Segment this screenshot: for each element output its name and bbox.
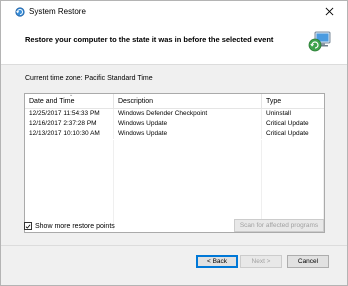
window-title: System Restore [29,7,86,16]
system-restore-window: System Restore Restore your computer to … [0,0,348,286]
column-header-date[interactable]: ⌄ Date and Time [25,94,114,109]
row-description: Windows Defender Checkpoint [114,109,262,119]
row-date: 12/13/2017 10:10:30 AM [25,129,114,139]
cancel-button[interactable]: Cancel [287,255,329,268]
system-restore-computer-icon [307,29,333,55]
empty-row [25,149,324,160]
footer-divider [1,245,347,246]
close-icon [325,7,334,18]
empty-row [25,189,324,200]
title-bar: System Restore [1,1,347,23]
row-type: Critical Update [266,130,309,137]
row-date: 12/25/2017 11:54:33 PM [25,109,114,119]
show-more-restore-points[interactable]: Show more restore points [24,222,115,230]
column-header-type-label: Type [266,98,282,105]
empty-row [25,139,324,150]
table-row[interactable]: 12/25/2017 11:54:33 PM Windows Defender … [25,109,324,119]
show-more-label: Show more restore points [35,222,115,230]
column-header-description-label: Description [118,98,154,105]
list-header: ⌄ Date and Time Description Type [25,94,324,109]
empty-row [25,199,324,210]
header-title: Restore your computer to the state it wa… [25,35,274,44]
back-button[interactable]: < Back [196,255,238,268]
row-description: Windows Update [114,129,262,139]
scan-affected-programs-button[interactable]: Scan for affected programs [234,219,324,232]
checkmark-icon [25,223,31,229]
row-type: Uninstall [266,110,291,117]
next-button[interactable]: Next > [240,255,282,268]
timezone-label: Current time zone: Pacific Standard Time [25,75,153,82]
sort-indicator-icon: ⌄ [69,93,74,98]
empty-row [25,209,324,220]
empty-row [25,169,324,180]
row-date: 12/16/2017 2:37:28 PM [25,119,114,129]
empty-row [25,159,324,170]
column-header-description[interactable]: Description [114,94,262,109]
header-band: Restore your computer to the state it wa… [1,23,347,65]
table-row[interactable]: 12/13/2017 10:10:30 AM Windows Update Cr… [25,129,324,139]
row-description: Windows Update [114,119,262,129]
close-button[interactable] [319,3,339,21]
show-more-checkbox[interactable] [24,222,32,230]
restore-points-list[interactable]: ⌄ Date and Time Description Type 12/25/2… [24,93,325,233]
system-restore-icon [15,7,25,17]
table-row[interactable]: 12/16/2017 2:37:28 PM Windows Update Cri… [25,119,324,129]
column-header-type[interactable]: Type [262,94,324,109]
row-type: Critical Update [266,120,309,127]
column-header-date-label: Date and Time [29,98,75,105]
empty-row [25,179,324,190]
